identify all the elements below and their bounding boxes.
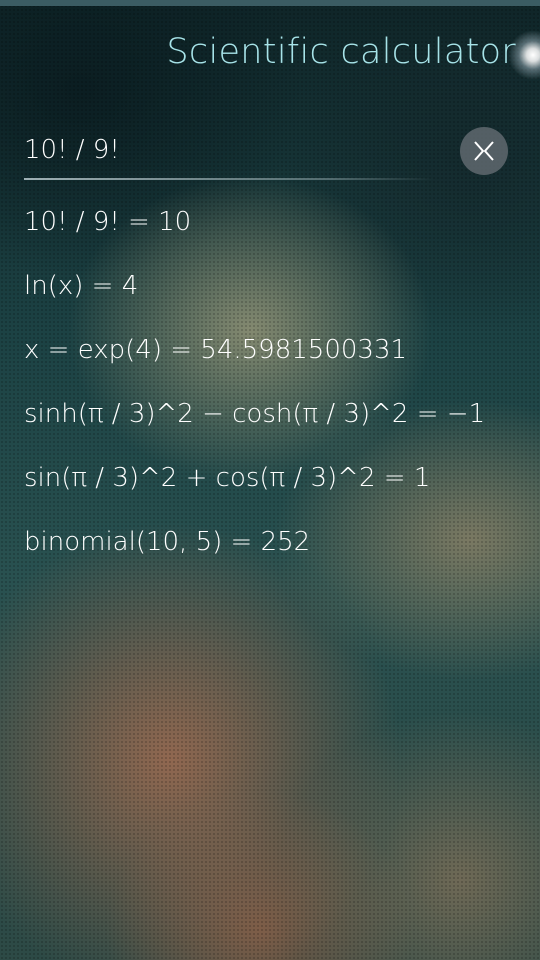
history-item[interactable]: x = exp(4) = 54.5981500331 [24,328,524,392]
history-item[interactable]: sin(π / 3)^2 + cos(π / 3)^2 = 1 [24,456,524,520]
history-item[interactable]: 10! / 9! = 10 [24,200,524,264]
input-underline [24,178,434,180]
expression-input[interactable] [24,130,424,170]
clear-button[interactable] [460,127,508,175]
close-icon [474,141,494,161]
history-item[interactable]: sinh(π / 3)^2 − cosh(π / 3)^2 = −1 [24,392,524,456]
history-item[interactable]: ln(x) = 4 [24,264,524,328]
status-indicator-bar [0,0,540,6]
page-title: Scientific calculator [166,32,516,72]
expression-field[interactable] [24,118,434,180]
history-list: 10! / 9! = 10 ln(x) = 4 x = exp(4) = 54.… [24,200,524,584]
history-item[interactable]: binomial(10, 5) = 252 [24,520,524,584]
